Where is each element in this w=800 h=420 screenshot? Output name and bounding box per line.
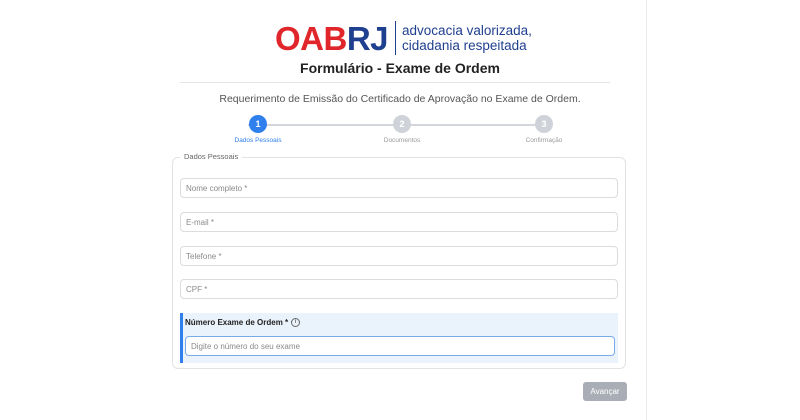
step-circle: 1 [249,115,267,133]
exam-number-input[interactable] [185,336,615,356]
form-stepper: 1 Dados Pessoais 2 Documentos 3 Confirma… [180,114,610,154]
cpf-input[interactable] [180,279,618,299]
full-name-input[interactable] [180,178,618,198]
next-button[interactable]: Avançar [583,382,627,401]
email-input[interactable] [180,212,618,232]
oabrj-logo: OABRJ advocacia valorizada, cidadania re… [275,18,532,58]
section-legend: Dados Pessoais [180,152,243,161]
step-confirmacao[interactable]: 3 Confirmação [494,114,594,144]
step-label: Documentos [383,137,421,144]
logo-divider [395,21,397,55]
step-circle: 2 [393,115,411,133]
form-title: Formulário - Exame de Ordem [300,60,500,76]
step-label: Dados Pessoais [234,137,282,144]
step-label: Confirmação [525,137,563,144]
exam-number-label: Número Exame de Ordem * i [185,318,301,327]
step-documentos[interactable]: 2 Documentos [352,114,452,144]
form-subtitle: Requerimento de Emissão do Certificado d… [219,93,581,105]
logo-wordmark: OABRJ [275,19,389,57]
phone-input[interactable] [180,246,618,266]
step-dados-pessoais[interactable]: 1 Dados Pessoais [208,114,308,144]
title-divider [180,82,610,83]
logo-tagline: advocacia valorizada, cidadania respeita… [402,23,532,53]
info-icon[interactable]: i [291,318,301,327]
step-circle: 3 [535,115,553,133]
